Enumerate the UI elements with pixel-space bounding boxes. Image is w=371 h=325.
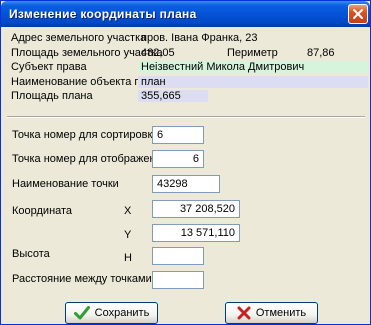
dialog-window: Изменение координаты плана Адрес земельн… — [0, 0, 371, 325]
area-row: Площадь земельного участка 482,05 Периме… — [7, 46, 367, 60]
height-input[interactable] — [152, 247, 204, 265]
title-bar[interactable]: Изменение координаты плана — [1, 1, 370, 27]
sort-number-label: Точка номер для сортировки — [12, 129, 159, 141]
subject-row: Субъект права Неізвестний Микола Дмитров… — [7, 60, 368, 74]
point-name-label: Наименование точки — [12, 178, 119, 190]
plan-area-value: 355,665 — [138, 90, 208, 102]
section-divider — [7, 116, 365, 118]
object-name-value: план — [138, 75, 368, 88]
save-button[interactable]: Сохранить — [65, 302, 158, 324]
distance-label: Расстояние между точками — [12, 273, 152, 285]
y-axis-label: Y — [124, 229, 132, 241]
h-axis-label: H — [124, 252, 132, 264]
x-coordinate-input[interactable]: 37 208,520 — [152, 200, 240, 218]
x-mark-icon — [237, 306, 251, 320]
plot-info-panel: Адрес земельного участка пров. Івана Фра… — [7, 31, 368, 104]
close-icon — [353, 9, 363, 19]
close-button[interactable] — [348, 4, 368, 24]
point-name-input[interactable]: 43298 — [152, 175, 220, 193]
plan-area-label: Площадь плана — [11, 90, 93, 102]
cancel-button[interactable]: Отменить — [225, 302, 318, 324]
height-label: Высота — [12, 248, 50, 260]
address-row: Адрес земельного участка пров. Івана Фра… — [7, 31, 367, 45]
distance-input[interactable] — [152, 271, 204, 289]
sort-number-input[interactable]: 6 — [152, 126, 204, 144]
coordinate-label: Координата — [12, 205, 73, 217]
area-value: 482,05 — [141, 46, 175, 59]
perimeter-label: Периметр — [227, 46, 278, 59]
x-axis-label: X — [124, 205, 132, 217]
address-label: Адрес земельного участка — [11, 32, 147, 44]
y-coordinate-input[interactable]: 13 571,110 — [152, 224, 240, 242]
plan-area-row: Площадь плана 355,665 — [7, 89, 367, 103]
display-number-label: Точка номер для отображения — [12, 153, 168, 165]
object-name-label: Наименование объекта план — [11, 75, 159, 88]
perimeter-value: 87,86 — [307, 46, 335, 59]
address-value: пров. Івана Франка, 23 — [141, 32, 258, 44]
display-number-input[interactable]: 6 — [152, 150, 204, 168]
object-name-row: Наименование объекта план план — [7, 75, 368, 89]
subject-value: Неізвестний Микола Дмитрович — [138, 61, 368, 73]
checkmark-icon — [73, 306, 90, 320]
window-title: Изменение координаты плана — [9, 7, 197, 21]
subject-label: Субъект права — [11, 61, 87, 73]
cancel-label: Отменить — [255, 307, 307, 319]
save-label: Сохранить — [94, 307, 150, 319]
